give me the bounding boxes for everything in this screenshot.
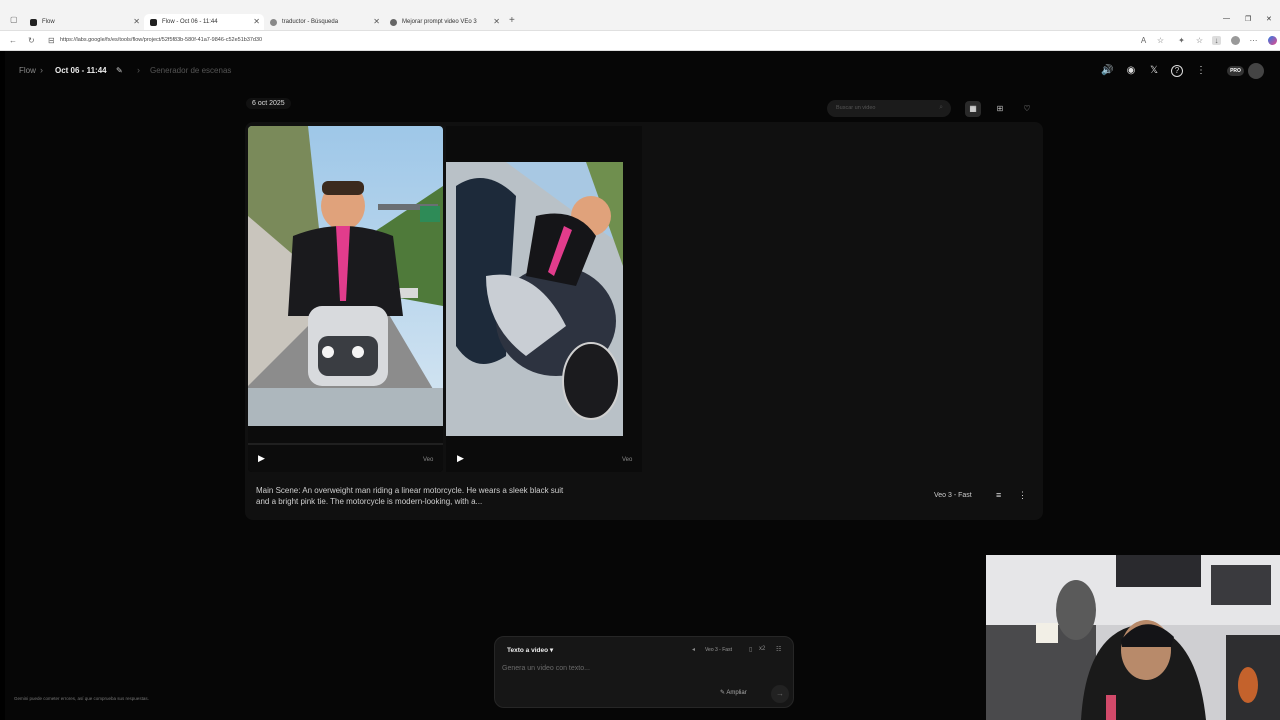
back-icon[interactable]: ← xyxy=(9,36,17,45)
output-count[interactable]: x2 xyxy=(759,646,765,652)
read-aloud-icon[interactable]: A xyxy=(1139,36,1148,45)
prompt-text[interactable]: Main Scene: An overweight man riding a l… xyxy=(256,485,566,507)
more-vertical-icon[interactable]: ⋮ xyxy=(1195,65,1207,77)
downloads-icon[interactable]: ↓ xyxy=(1212,36,1221,45)
search-placeholder: Buscar un video xyxy=(836,105,876,111)
site-info-icon[interactable]: ⊟ xyxy=(48,36,55,45)
discord-icon[interactable]: ◉ xyxy=(1125,65,1137,77)
edit-pencil-icon[interactable]: ✎ xyxy=(116,66,123,75)
play-icon[interactable]: ▶ xyxy=(457,453,464,464)
aspect-ratio-icon[interactable]: ▯ xyxy=(749,646,752,653)
flow-favicon-icon xyxy=(30,18,37,26)
breadcrumb-flow[interactable]: Flow xyxy=(19,66,36,75)
pro-badge: PRO xyxy=(1227,66,1244,76)
tab-title: Mejorar prompt video VEo 3 xyxy=(402,19,477,25)
avatar[interactable] xyxy=(1248,63,1264,79)
expand-label: Ampliar xyxy=(726,690,747,696)
mode-label: Texto a video xyxy=(507,647,549,654)
browser-tab-flow-project[interactable]: Flow - Oct 06 - 11:44 ✕ xyxy=(144,14,264,30)
close-tab-icon[interactable]: ✕ xyxy=(373,17,380,26)
mode-dropdown[interactable]: Texto a video ▾ xyxy=(507,646,553,654)
url-field[interactable]: https://labs.google/fx/es/tools/flow/pro… xyxy=(60,37,262,43)
send-button[interactable]: → xyxy=(771,685,789,703)
reload-icon[interactable]: ↻ xyxy=(28,36,35,45)
x-logo-icon[interactable]: 𝕏 xyxy=(1148,65,1160,77)
search-icon: ⌕ xyxy=(939,104,943,111)
profile-icon[interactable] xyxy=(1231,36,1240,45)
more-vertical-icon[interactable]: ⋮ xyxy=(1018,490,1027,501)
copilot-icon[interactable] xyxy=(1268,36,1277,45)
grid-view-button[interactable]: ▦ xyxy=(965,101,981,117)
tab-title: Flow - Oct 06 - 11:44 xyxy=(162,19,218,25)
tab-title: traductor - Búsqueda xyxy=(282,19,339,25)
webcam-overlay xyxy=(986,555,1280,720)
reuse-prompt-icon[interactable]: ≡ xyxy=(996,490,1001,500)
favorite-star-icon[interactable]: ☆ xyxy=(1156,36,1165,45)
man-on-motorcycle-front-image xyxy=(248,126,443,472)
composer-model[interactable]: Veo 3 - Fast xyxy=(705,647,732,653)
maximize-icon[interactable]: ❐ xyxy=(1245,15,1251,23)
chevron-right-icon: › xyxy=(40,65,43,75)
flow-favicon-icon xyxy=(150,18,157,26)
man-on-motorcycle-side-image xyxy=(446,126,642,472)
minimize-icon[interactable]: — xyxy=(1223,15,1230,22)
speaker-icon: ◂ xyxy=(692,647,696,653)
help-icon[interactable]: ? xyxy=(1171,65,1183,77)
browser-tab-flow[interactable]: Flow ✕ xyxy=(24,14,144,30)
disclaimer-text: Gemini puede cometer errores, así que co… xyxy=(14,696,149,701)
prompt-input[interactable]: Genera un video con texto... xyxy=(502,665,590,672)
play-icon[interactable]: ▶ xyxy=(258,453,265,464)
search-favicon-icon xyxy=(270,18,277,26)
chevron-right-icon: › xyxy=(137,65,140,75)
tab-actions-icon[interactable]: ▢ xyxy=(10,15,18,24)
extensions-icon[interactable]: ✦ xyxy=(1177,36,1186,45)
close-tab-icon[interactable]: ✕ xyxy=(493,17,500,26)
model-label: Veo 3 - Fast xyxy=(934,492,972,499)
new-tab-button[interactable]: + xyxy=(509,15,515,26)
veo-badge: Veo xyxy=(622,457,633,463)
close-tab-icon[interactable]: ✕ xyxy=(253,17,260,26)
tab-title: Flow xyxy=(42,19,55,25)
favorites-icon[interactable]: ☆ xyxy=(1195,36,1204,45)
browser-tab-strip: ▢ Flow ✕ Flow - Oct 06 - 11:44 ✕ traduct… xyxy=(0,0,1280,31)
address-bar: ← ↻ ⊟ https://labs.google/fx/es/tools/fl… xyxy=(0,31,1280,51)
expand-button[interactable]: ✎ Ampliar xyxy=(720,689,747,696)
streamer-webcam-image xyxy=(986,555,1280,720)
video-thumbnail[interactable] xyxy=(248,126,443,472)
menu-dots-icon[interactable]: ⋯ xyxy=(1249,36,1258,45)
chat-favicon-icon xyxy=(390,18,397,26)
video-thumbnail[interactable] xyxy=(446,126,642,472)
date-label: 6 oct 2025 xyxy=(246,98,291,109)
close-window-icon[interactable]: ✕ xyxy=(1266,15,1272,23)
tile-view-button[interactable]: ⊞ xyxy=(992,101,1008,117)
project-title: Oct 06 - 11:44 xyxy=(55,66,107,75)
favorites-heart-icon[interactable]: ♡ xyxy=(1019,101,1035,117)
settings-sliders-icon[interactable]: ☷ xyxy=(776,646,781,653)
breadcrumb-section[interactable]: Generador de escenas xyxy=(150,66,231,75)
veo-badge: Veo xyxy=(423,457,434,463)
close-tab-icon[interactable]: ✕ xyxy=(133,17,140,26)
browser-tab-search[interactable]: traductor - Búsqueda ✕ xyxy=(264,14,384,30)
search-input[interactable]: Buscar un video ⌕ xyxy=(827,100,951,117)
browser-tab-chat[interactable]: Mejorar prompt video VEo 3 ✕ xyxy=(384,14,504,30)
volume-icon[interactable]: 🔊 xyxy=(1101,65,1113,77)
